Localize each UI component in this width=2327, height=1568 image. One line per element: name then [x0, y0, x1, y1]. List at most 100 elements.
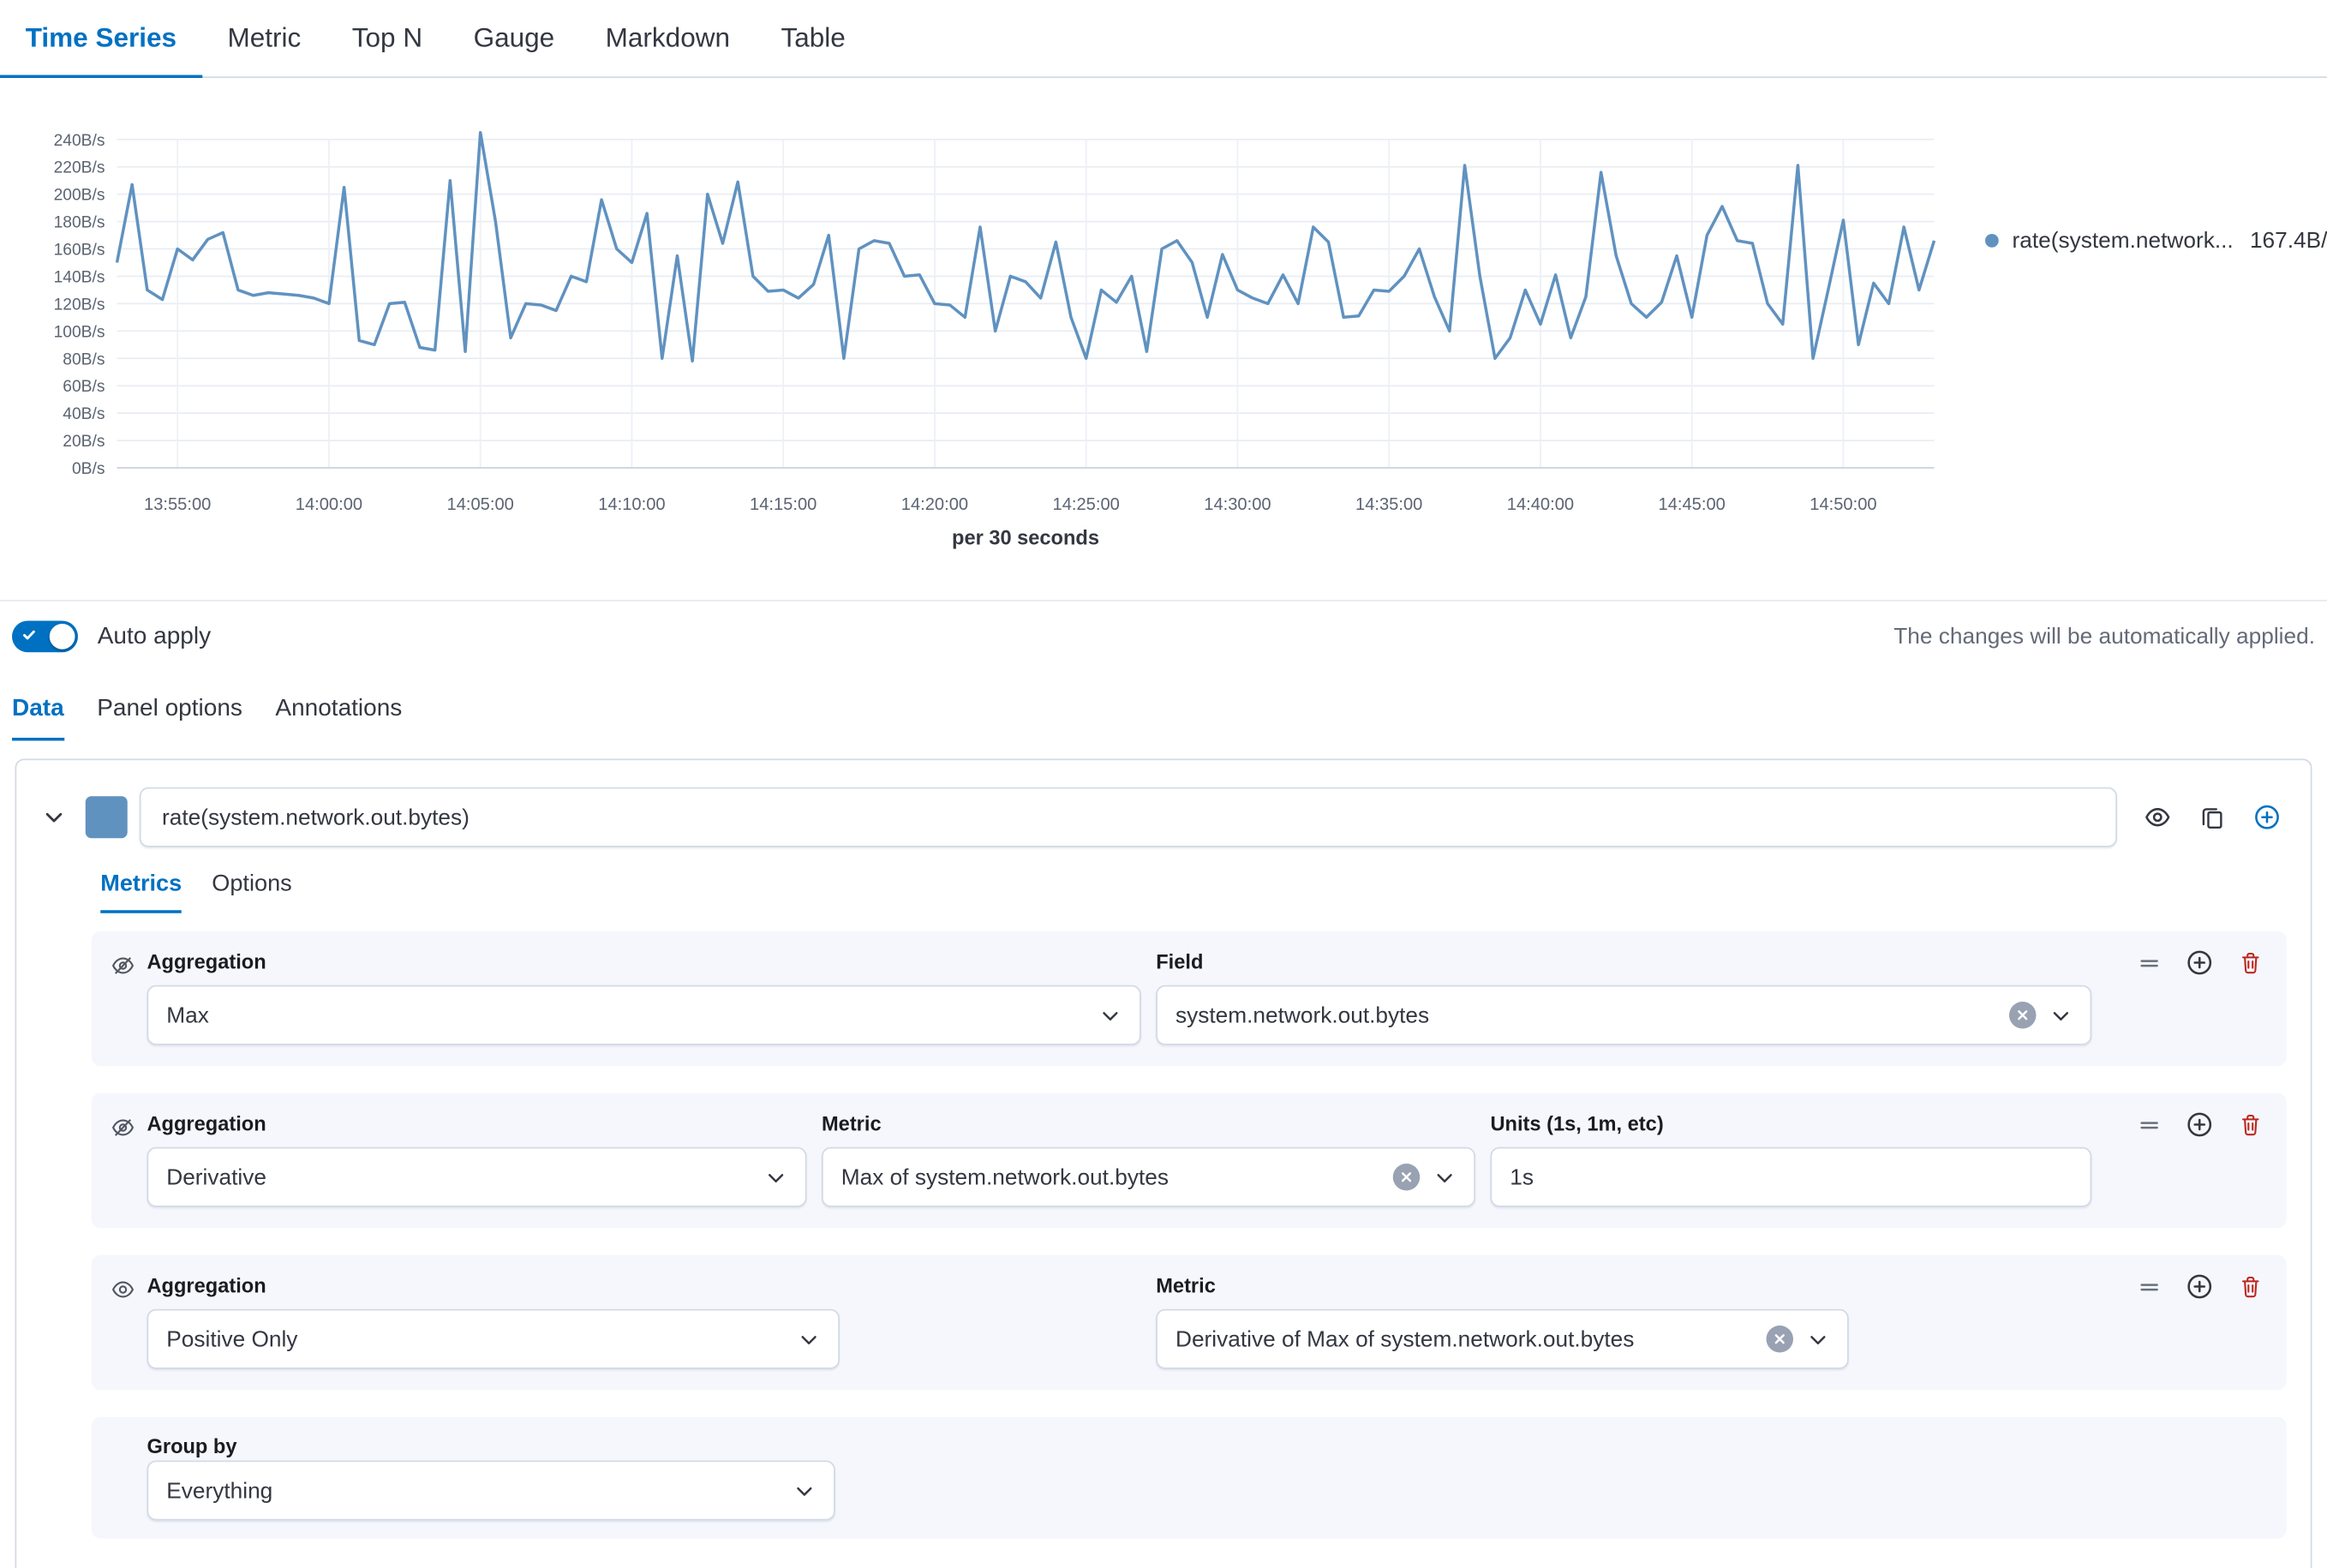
tab-annotations[interactable]: Annotations [275, 696, 402, 741]
timeseries-chart-area: 0B/s20B/s40B/s60B/s80B/s100B/s120B/s140B… [0, 90, 2327, 582]
tab-top-n[interactable]: Top N [326, 0, 448, 76]
drag-handle[interactable] [2139, 1113, 2161, 1135]
tab-data-label: Data [12, 696, 64, 721]
plus-circle-icon [2253, 804, 2281, 831]
drag-handle-icon [2139, 951, 2161, 973]
svg-text:180B/s: 180B/s [54, 214, 105, 232]
svg-text:14:15:00: 14:15:00 [750, 495, 817, 514]
svg-text:14:35:00: 14:35:00 [1355, 495, 1422, 514]
field-combobox-value: system.network.out.bytes [1175, 1002, 1429, 1028]
group-by-select[interactable]: Everything [147, 1461, 835, 1521]
plus-circle-icon [2186, 1273, 2214, 1301]
eye-icon [111, 1278, 135, 1302]
toggle-series-visibility-button[interactable] [2145, 804, 2172, 831]
tab-markdown[interactable]: Markdown [580, 0, 756, 76]
svg-text:14:05:00: 14:05:00 [447, 495, 514, 514]
tab-time-series[interactable]: Time Series [0, 0, 202, 76]
metric-row-positive-only: Aggregation Positive Only Metric Derivat… [92, 1255, 2287, 1391]
aggregation-select[interactable]: Positive Only [147, 1309, 840, 1369]
auto-apply-label: Auto apply [98, 623, 211, 650]
metric-combobox-value: Derivative of Max of system.network.out.… [1175, 1326, 1634, 1352]
aggregation-label: Aggregation [147, 1113, 807, 1135]
toggle-knob [50, 624, 75, 649]
tab-table[interactable]: Table [756, 0, 871, 76]
tab-metric[interactable]: Metric [202, 0, 326, 76]
tab-data[interactable]: Data [12, 696, 64, 741]
field-combobox[interactable]: system.network.out.bytes [1156, 985, 2091, 1045]
metric-row-columns: Aggregation Derivative Metric Max of sys… [147, 1113, 2092, 1207]
tab-annotations-label: Annotations [275, 696, 402, 721]
auto-apply-toggle[interactable] [12, 621, 78, 653]
metric-row-actions [2139, 1273, 2263, 1301]
tab-metrics[interactable]: Metrics [100, 871, 182, 913]
aggregation-select[interactable]: Derivative [147, 1147, 807, 1207]
trash-icon [2239, 1113, 2263, 1137]
add-series-button[interactable] [2253, 804, 2281, 831]
svg-text:per 30 seconds: per 30 seconds [952, 527, 1099, 549]
aggregation-label: Aggregation [147, 951, 1141, 973]
tab-time-series-label: Time Series [26, 22, 176, 54]
add-metric-button[interactable] [2186, 1273, 2214, 1301]
trash-icon [2239, 951, 2263, 975]
editor-tabs: Data Panel options Annotations [0, 672, 2327, 741]
aggregation-select-value: Derivative [166, 1164, 266, 1190]
legend-series-dot [1985, 234, 1999, 248]
svg-text:240B/s: 240B/s [54, 132, 105, 150]
metric-combobox[interactable]: Max of system.network.out.bytes [822, 1147, 1475, 1207]
delete-metric-button[interactable] [2239, 951, 2263, 975]
tab-panel-options-label: Panel options [97, 696, 242, 721]
drag-handle[interactable] [2139, 951, 2161, 973]
legend-series-value: 167.4B/s [2250, 228, 2327, 254]
drag-handle-icon [2139, 1275, 2161, 1297]
metric-combobox[interactable]: Derivative of Max of system.network.out.… [1156, 1309, 1849, 1369]
delete-metric-button[interactable] [2239, 1113, 2263, 1137]
svg-text:14:20:00: 14:20:00 [901, 495, 968, 514]
tab-metrics-label: Metrics [100, 871, 182, 897]
svg-text:14:10:00: 14:10:00 [598, 495, 665, 514]
metric-row-actions [2139, 1111, 2263, 1139]
svg-text:14:30:00: 14:30:00 [1204, 495, 1271, 514]
delete-metric-button[interactable] [2239, 1275, 2263, 1299]
aggregation-select[interactable]: Max [147, 985, 1141, 1045]
visualization-type-tabs: Time Series Metric Top N Gauge Markdown … [0, 0, 2327, 78]
clear-metric-button[interactable] [1767, 1326, 1794, 1353]
tab-gauge-label: Gauge [474, 22, 555, 54]
metric-row-derivative: Aggregation Derivative Metric Max of sys… [92, 1093, 2287, 1229]
chevron-down-icon [798, 1328, 820, 1350]
tab-table-label: Table [781, 22, 845, 54]
svg-text:20B/s: 20B/s [63, 433, 105, 451]
drag-handle-icon [2139, 1113, 2161, 1135]
tab-options-label: Options [212, 871, 291, 897]
tab-markdown-label: Markdown [606, 22, 730, 54]
collapse-series-button[interactable] [40, 805, 68, 829]
add-metric-button[interactable] [2186, 1111, 2214, 1139]
chevron-down-icon [1433, 1166, 1456, 1188]
series-color-swatch[interactable] [86, 796, 128, 838]
drag-handle[interactable] [2139, 1275, 2161, 1297]
svg-text:120B/s: 120B/s [54, 296, 105, 314]
field-label: Field [1156, 951, 2091, 973]
units-input[interactable] [1491, 1147, 2092, 1207]
clear-field-button[interactable] [2009, 1002, 2037, 1029]
series-label-input[interactable] [140, 787, 2117, 847]
copy-icon [2199, 805, 2225, 830]
svg-text:14:00:00: 14:00:00 [296, 495, 362, 514]
svg-text:220B/s: 220B/s [54, 159, 105, 177]
clone-series-button[interactable] [2199, 805, 2225, 830]
tab-options[interactable]: Options [212, 871, 291, 913]
eye-icon [2145, 804, 2172, 831]
svg-text:13:55:00: 13:55:00 [144, 495, 211, 514]
series-header-row [40, 787, 2287, 847]
metric-rows: Aggregation Max Field system.network.out… [92, 931, 2287, 1568]
tab-panel-options[interactable]: Panel options [97, 696, 242, 741]
chevron-down-icon [1099, 1004, 1122, 1026]
auto-apply-row: Auto apply The changes will be automatic… [0, 600, 2327, 672]
plus-circle-icon [2186, 1111, 2214, 1139]
tab-top-n-label: Top N [352, 22, 422, 54]
chart-legend-item[interactable]: rate(system.network... 167.4B/s [1985, 228, 2327, 254]
tab-gauge[interactable]: Gauge [448, 0, 580, 76]
svg-text:80B/s: 80B/s [63, 350, 105, 368]
clear-metric-button[interactable] [1393, 1164, 1421, 1191]
add-metric-button[interactable] [2186, 949, 2214, 977]
series-editor-panel: Metrics Options Aggregation Max [15, 759, 2312, 1568]
